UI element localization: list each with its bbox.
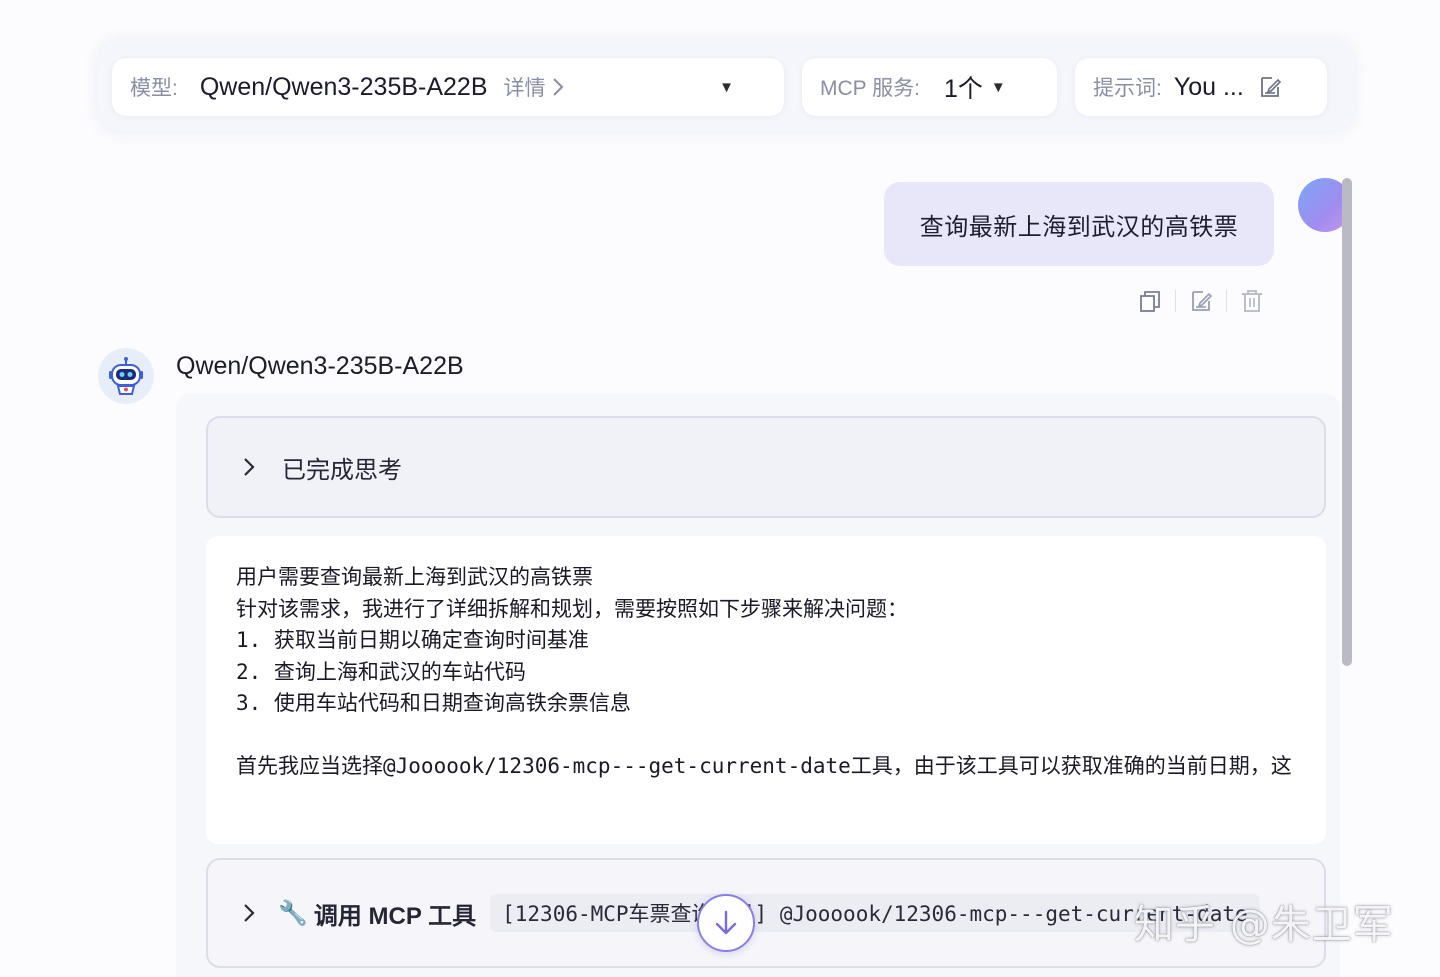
delete-message-button[interactable] <box>1236 285 1268 317</box>
reply-line: 3. 使用车站代码和日期查询高铁余票信息 <box>236 691 631 715</box>
chevron-right-icon <box>552 78 563 96</box>
copy-icon <box>1140 291 1160 312</box>
reply-line: 用户需要查询最新上海到武汉的高铁票 <box>236 565 593 589</box>
user-message-bubble: 查询最新上海到武汉的高铁票 <box>884 182 1274 266</box>
prompt-selector[interactable]: 提示词: You ... <box>1075 58 1327 116</box>
chat-toolbar: 模型: Qwen/Qwen3-235B-A22B 详情 ▼ MCP 服务: 1个… <box>98 40 1354 132</box>
reply-line: 1. 获取当前日期以确定查询时间基准 <box>236 628 589 652</box>
vertical-scrollbar[interactable] <box>1342 178 1352 666</box>
model-detail-link[interactable]: 详情 <box>504 72 564 102</box>
mcp-dropdown-caret-icon[interactable]: ▼ <box>991 79 1006 96</box>
model-label: 模型: <box>130 77 178 100</box>
arrow-down-icon <box>715 910 737 935</box>
thinking-label: 已完成思考 <box>282 456 402 484</box>
model-selector[interactable]: 模型: Qwen/Qwen3-235B-A22B 详情 ▼ <box>112 58 784 116</box>
delete-icon <box>1242 290 1262 312</box>
action-divider <box>1226 290 1227 312</box>
edit-prompt-icon[interactable] <box>1258 75 1282 99</box>
chevron-right-icon <box>242 902 256 924</box>
assistant-avatar <box>98 348 154 404</box>
edit-icon <box>1192 291 1213 311</box>
action-divider <box>1175 290 1176 312</box>
assistant-reply: 用户需要查询最新上海到武汉的高铁票 针对该需求，我进行了详细拆解和规划，需要按照… <box>206 536 1326 844</box>
prompt-label: 提示词: <box>1093 77 1162 100</box>
model-dropdown-caret-icon[interactable]: ▼ <box>719 79 734 96</box>
user-message-text: 查询最新上海到武汉的高铁票 <box>919 213 1239 241</box>
edit-message-button[interactable] <box>1185 285 1217 317</box>
watermark: 知乎 @朱卫军 <box>1134 902 1394 948</box>
copy-message-button[interactable] <box>1134 285 1166 317</box>
mcp-label: MCP 服务: <box>820 77 920 100</box>
scroll-to-bottom-button[interactable] <box>697 894 755 952</box>
wrench-icon: 🔧 <box>278 899 308 927</box>
chevron-right-icon <box>242 456 256 478</box>
tool-call-title: 调用 MCP 工具 <box>313 902 477 930</box>
reply-line: 针对该需求，我进行了详细拆解和规划，需要按照如下步骤来解决问题： <box>236 596 908 621</box>
reply-line: 首先我应当选择@Joooook/12306-mcp---get-current-… <box>236 754 1292 778</box>
robot-icon <box>109 357 143 395</box>
prompt-value: You ... <box>1173 72 1244 101</box>
user-message-actions <box>1134 284 1274 318</box>
mcp-value: 1个 <box>943 75 983 103</box>
reply-line <box>236 720 1326 752</box>
model-detail-label: 详情 <box>503 77 546 100</box>
model-value: Qwen/Qwen3-235B-A22B <box>199 72 488 101</box>
assistant-name: Qwen/Qwen3-235B-A22B <box>176 352 464 380</box>
thinking-collapse[interactable]: 已完成思考 <box>206 416 1326 518</box>
reply-line: 2. 查询上海和武汉的车站代码 <box>236 659 526 684</box>
mcp-service-selector[interactable]: MCP 服务: 1个 ▼ <box>802 58 1057 116</box>
